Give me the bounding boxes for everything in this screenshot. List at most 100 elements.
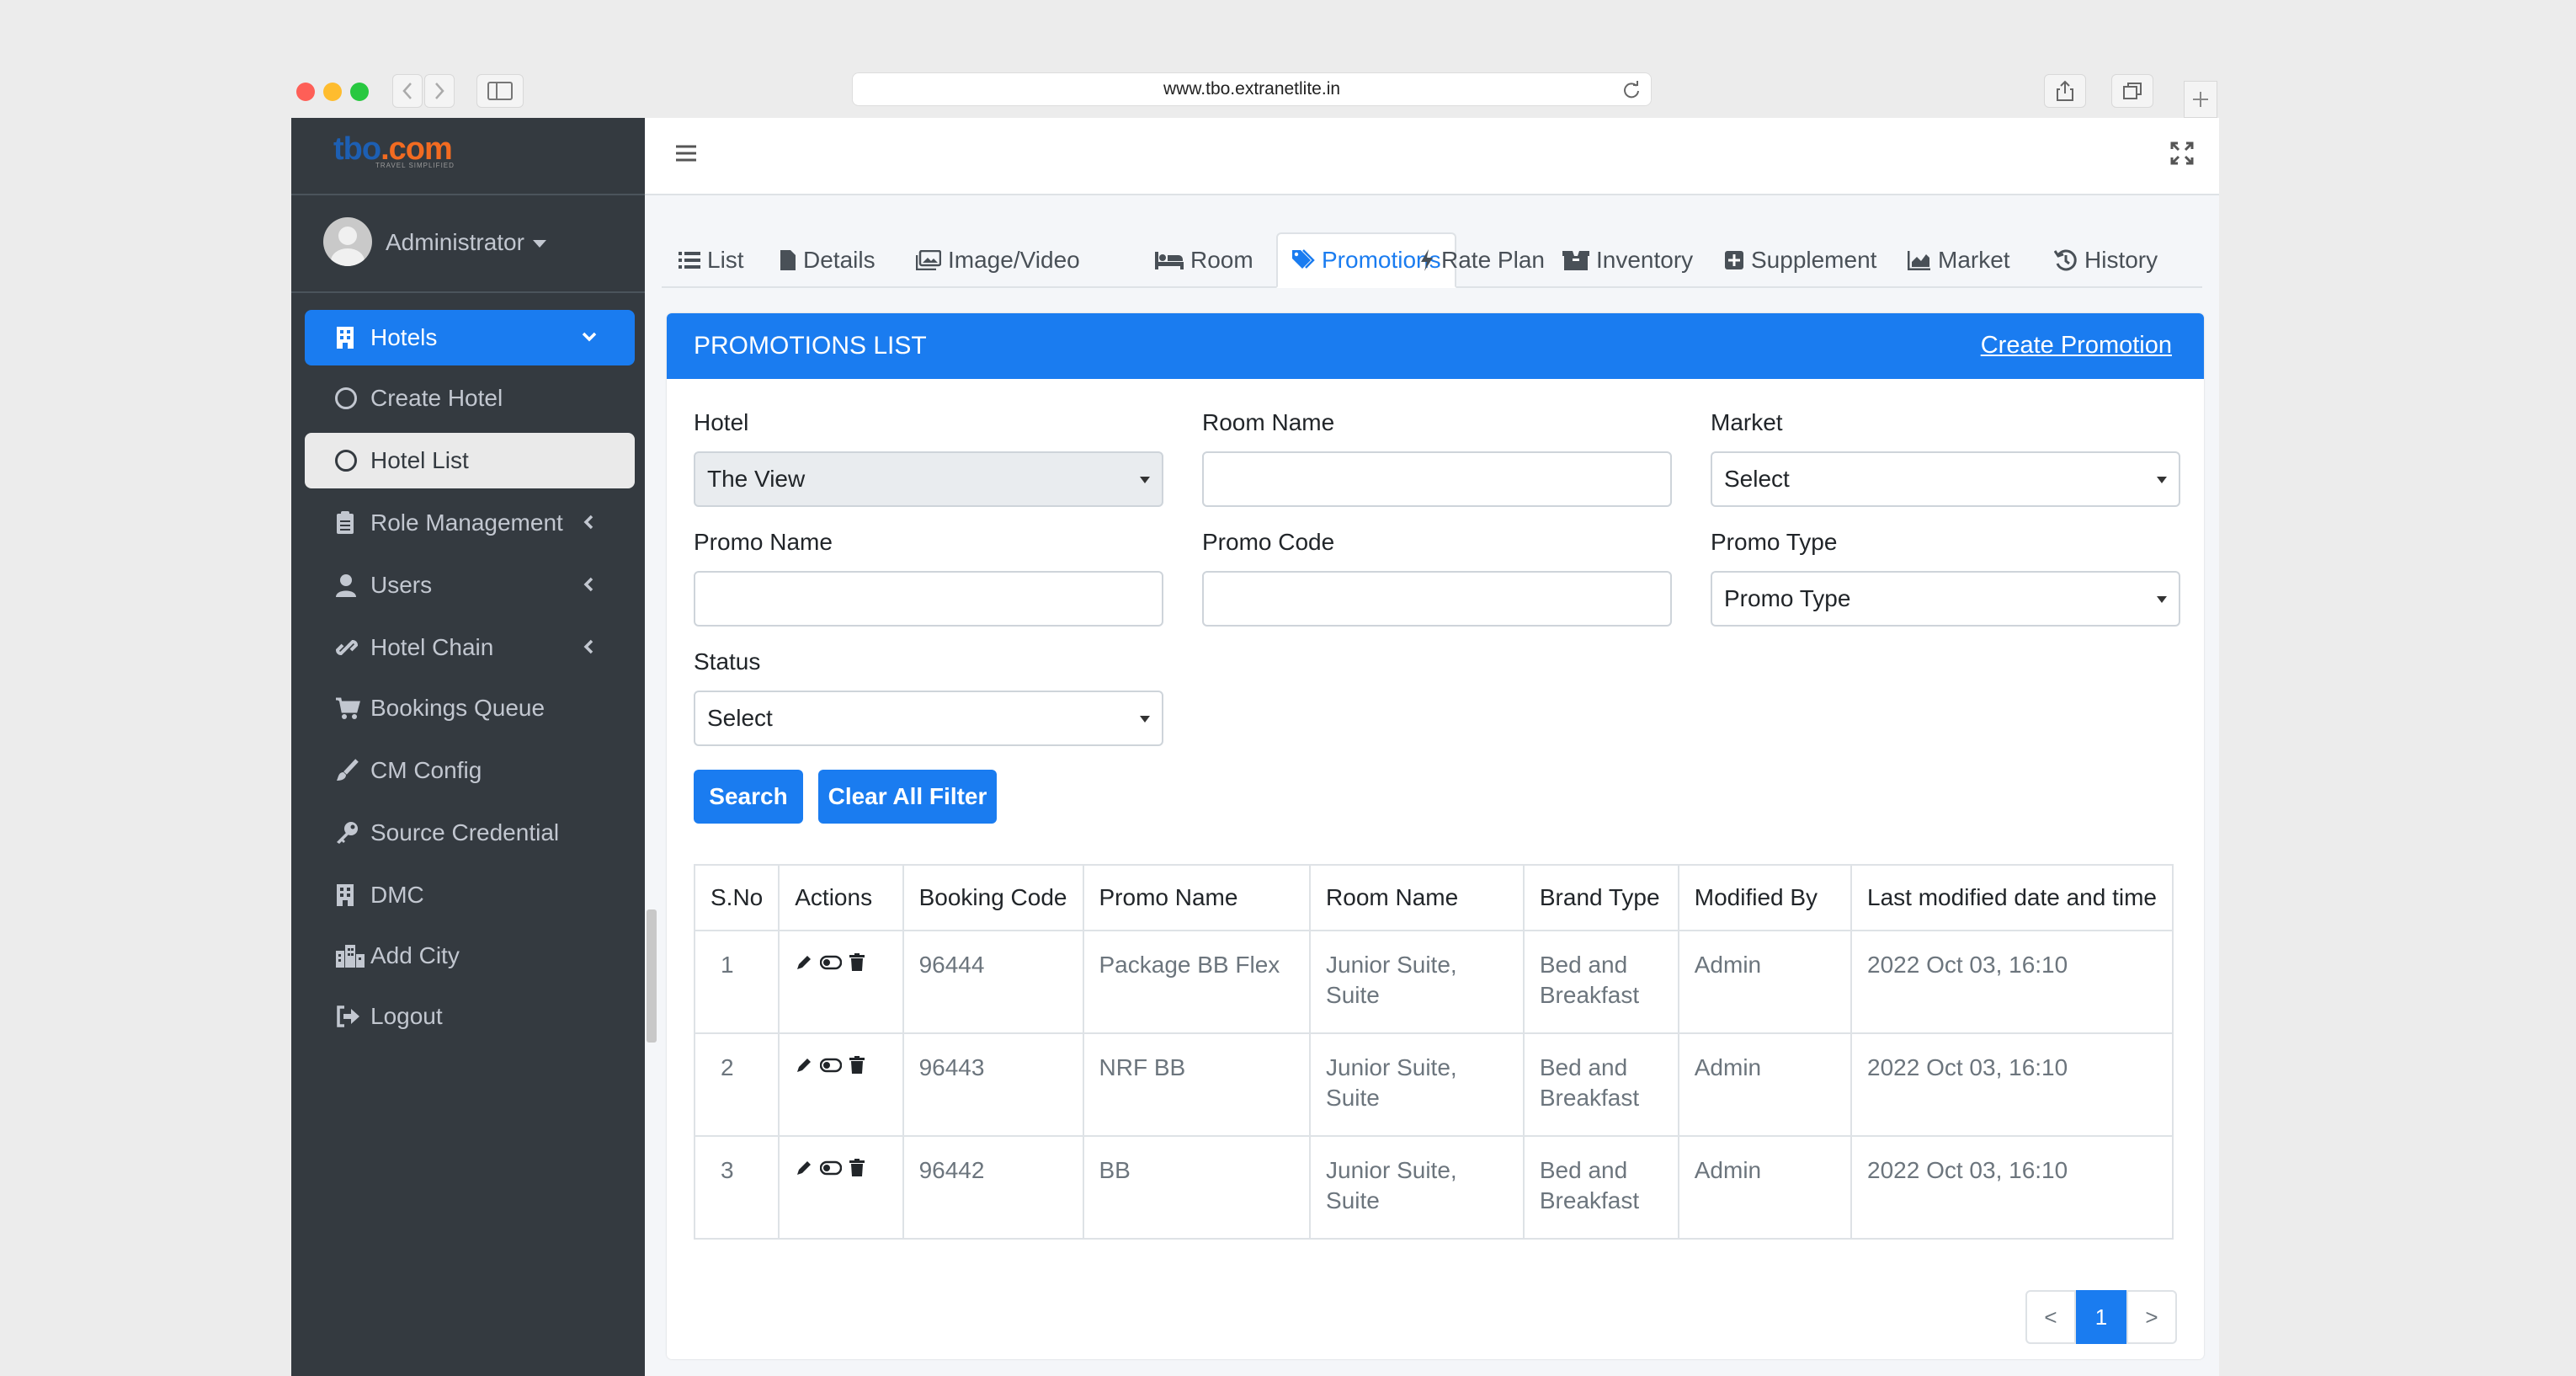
trash-icon[interactable] <box>849 1159 865 1177</box>
pencil-icon[interactable] <box>795 1159 813 1177</box>
promo-name-cell: Package BB Flex <box>1082 930 1312 1034</box>
close-window-button[interactable] <box>296 83 315 101</box>
sidebar-item-create-hotel[interactable]: Create Hotel <box>305 371 635 426</box>
next-page-button[interactable]: > <box>2126 1290 2177 1344</box>
sidebar-scrollbar[interactable] <box>647 909 657 1043</box>
reload-icon[interactable] <box>1622 81 1641 99</box>
table-row: 2 96443 NRF BB Junior Suite, Suite Bed a… <box>693 1032 2174 1137</box>
sidebar-item-logout[interactable]: Logout <box>305 989 635 1044</box>
building-icon <box>335 326 365 349</box>
top-navbar <box>645 118 2219 195</box>
minimize-window-button[interactable] <box>323 83 342 101</box>
column-header: S.No <box>693 864 780 931</box>
user-menu[interactable]: Administrator <box>386 229 546 256</box>
sidebar-item-hotels[interactable]: Hotels <box>305 310 635 365</box>
tab-inventory[interactable]: Inventory <box>1562 232 1693 288</box>
sidebar-item-role-management[interactable]: Role Management <box>305 495 635 551</box>
tab-rate-plan[interactable]: Rate Plan <box>1419 232 1545 288</box>
browser-chrome: www.tbo.extranetlite.in <box>291 69 2219 118</box>
tab-list[interactable]: List <box>679 232 744 288</box>
list-icon <box>679 250 700 270</box>
sno-cell: 3 <box>693 1135 780 1240</box>
tab-image-video[interactable]: Image/Video <box>916 232 1080 288</box>
toggle-icon[interactable] <box>820 955 843 970</box>
circle-icon <box>335 387 365 409</box>
trash-icon[interactable] <box>849 953 865 972</box>
table-row: 3 96442 BB Junior Suite, Suite Bed and B… <box>693 1135 2174 1240</box>
page-1-button[interactable]: 1 <box>2076 1290 2126 1344</box>
booking-code-cell: 96442 <box>902 1135 1084 1240</box>
caret-down-icon <box>532 240 546 248</box>
promo-type-select[interactable]: Promo Type <box>1711 571 2180 627</box>
promo-name-cell: BB <box>1082 1135 1312 1240</box>
market-select[interactable]: Select <box>1711 451 2180 507</box>
menu-toggle-icon[interactable] <box>675 143 697 163</box>
tab-supplement[interactable]: Supplement <box>1724 232 1876 288</box>
brand-logo[interactable]: tbo.com TRAVEL SIMPLIFIED <box>291 118 645 195</box>
sidebar-item-cm-config[interactable]: CM Config <box>305 743 635 798</box>
sidebar-toggle-button[interactable] <box>476 74 524 108</box>
chevron-down-icon <box>1140 477 1150 483</box>
card-header: PROMOTIONS LIST Create Promotion <box>667 313 2204 379</box>
column-header: Brand Type <box>1522 864 1679 931</box>
zoom-window-button[interactable] <box>350 83 369 101</box>
tab-details[interactable]: Details <box>780 232 876 288</box>
share-button[interactable] <box>2044 74 2086 108</box>
sidebar-item-bookings-queue[interactable]: Bookings Queue <box>305 680 635 736</box>
sidebar-item-dmc[interactable]: DMC <box>305 867 635 923</box>
modified-at-cell: 2022 Oct 03, 16:10 <box>1850 1032 2174 1137</box>
share-icon <box>2056 80 2074 102</box>
promo-name-input[interactable] <box>694 571 1163 627</box>
promo-type-label: Promo Type <box>1711 529 1838 555</box>
images-icon <box>916 250 941 270</box>
pencil-icon[interactable] <box>795 953 813 972</box>
chevron-down-icon <box>2157 477 2167 483</box>
brand-type-cell: Bed and Breakfast <box>1522 1135 1679 1240</box>
trash-icon[interactable] <box>849 1056 865 1075</box>
chevron-left-icon <box>402 82 413 100</box>
promo-name-label: Promo Name <box>694 529 833 555</box>
card-title: PROMOTIONS LIST <box>694 332 927 360</box>
sidebar-item-users[interactable]: Users <box>305 557 635 613</box>
toggle-icon[interactable] <box>820 1058 843 1073</box>
hotel-tabs: List Details Image/Video Room Promotions… <box>662 232 2202 288</box>
sno-cell: 2 <box>693 1032 780 1137</box>
file-icon <box>780 249 796 271</box>
pencil-icon[interactable] <box>795 1056 813 1075</box>
search-button[interactable]: Search <box>694 770 803 824</box>
tab-room[interactable]: Room <box>1155 232 1253 288</box>
actions-cell <box>778 930 904 1034</box>
clear-all-filter-button[interactable]: Clear All Filter <box>818 770 997 824</box>
actions-cell <box>778 1032 904 1137</box>
tabs-overview-button[interactable] <box>2111 74 2153 108</box>
promo-code-input[interactable] <box>1202 571 1672 627</box>
address-bar[interactable]: www.tbo.extranetlite.in <box>852 72 1652 106</box>
user-panel: Administrator <box>291 195 645 293</box>
sidebar-item-hotel-list[interactable]: Hotel List <box>305 433 635 488</box>
avatar <box>323 217 372 266</box>
room-name-input[interactable] <box>1202 451 1672 507</box>
bolt-icon <box>1419 248 1434 272</box>
sidebar-item-hotel-chain[interactable]: Hotel Chain <box>305 620 635 675</box>
promotions-card: PROMOTIONS LIST Create Promotion Hotel T… <box>667 313 2204 1359</box>
modified-at-cell: 2022 Oct 03, 16:10 <box>1850 930 2174 1034</box>
actions-cell <box>778 1135 904 1240</box>
status-select[interactable]: Select <box>694 691 1163 746</box>
create-promotion-link[interactable]: Create Promotion <box>1981 332 2172 360</box>
tab-market[interactable]: Market <box>1908 232 2010 288</box>
brand-type-cell: Bed and Breakfast <box>1522 1032 1679 1137</box>
hotel-select[interactable]: The View <box>694 451 1163 507</box>
link-icon <box>335 636 365 659</box>
toggle-icon[interactable] <box>820 1160 843 1176</box>
tab-history[interactable]: History <box>2054 232 2158 288</box>
forward-button[interactable] <box>424 74 455 108</box>
expand-icon[interactable] <box>2170 141 2194 165</box>
building-icon <box>335 883 365 907</box>
new-tab-button[interactable] <box>2184 81 2217 118</box>
back-button[interactable] <box>392 74 423 108</box>
prev-page-button[interactable]: < <box>2025 1290 2076 1344</box>
sidebar-item-source-credential[interactable]: Source Credential <box>305 805 635 861</box>
brand-type-cell: Bed and Breakfast <box>1522 930 1679 1034</box>
sidebar-item-add-city[interactable]: Add City <box>305 928 635 984</box>
hotel-label: Hotel <box>694 409 749 435</box>
